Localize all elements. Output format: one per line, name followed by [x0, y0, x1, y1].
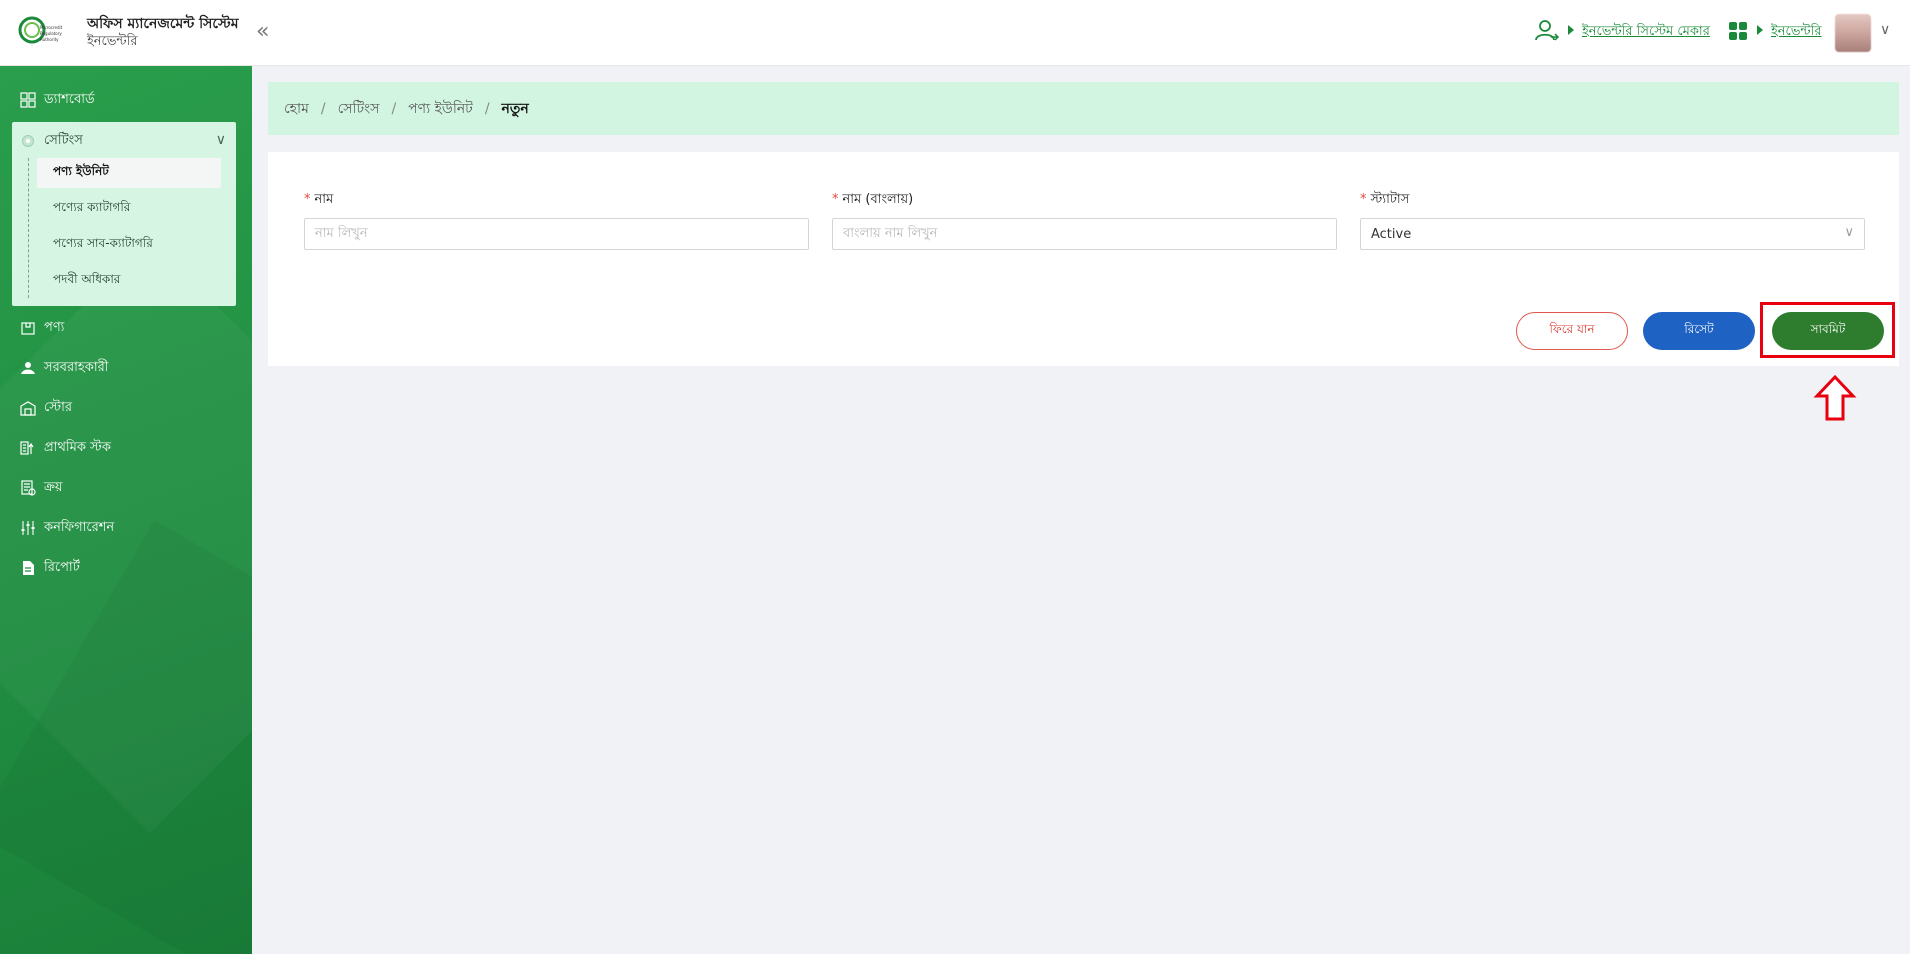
sidebar-item-settings[interactable]: সেটিংস ∨ [20, 130, 228, 152]
svg-text:Authority: Authority [40, 37, 59, 42]
sidebar-item-label: ক্রয় [44, 479, 63, 495]
breadcrumb-separator: / [320, 100, 326, 117]
gear-icon [22, 135, 34, 147]
product-icon [21, 322, 35, 335]
sidebar-item-label: সরবরাহকারী [44, 359, 109, 375]
sidebar-subitem-product-category[interactable]: পণ্যের ক্যাটাগরি [37, 194, 221, 224]
sidebar-item-label: রিপোর্ট [44, 559, 80, 575]
breadcrumb-product-unit[interactable]: পণ্য ইউনিট [408, 97, 473, 121]
avatar[interactable] [1835, 14, 1871, 52]
required-mark: * [832, 192, 839, 207]
arrow-up-icon [1813, 374, 1857, 421]
report-icon [23, 561, 34, 575]
configuration-icon [21, 521, 35, 535]
collapse-sidebar-icon[interactable]: « [256, 18, 269, 46]
chevron-down-icon[interactable]: ∨ [1880, 22, 1890, 38]
breadcrumb-separator: / [391, 100, 397, 117]
status-select[interactable]: Active ∨ [1360, 218, 1865, 250]
sidebar-item-store[interactable]: স্টোর [20, 397, 72, 419]
breadcrumb-separator: / [484, 100, 490, 117]
sidebar-item-label: স্টোর [44, 399, 72, 415]
svg-text:Regulatory: Regulatory [40, 31, 62, 36]
user-switch-icon[interactable] [1534, 18, 1560, 44]
sidebar-item-label: পণ্য [44, 319, 65, 335]
sidebar-item-report[interactable]: রিপোর্ট [20, 557, 80, 579]
sidebar-item-dashboard[interactable]: ড্যাশবোর্ড [20, 89, 95, 111]
name-label: * নাম [304, 192, 334, 207]
apps-grid-icon[interactable] [1729, 22, 1747, 40]
chevron-down-icon: ∨ [1844, 225, 1854, 240]
logo-icon: Microcredit Regulatory Authority [18, 16, 63, 44]
name-bangla-label: * নাম (বাংলায়) [832, 192, 914, 207]
settings-menu-group: সেটিংস ∨ পণ্য ইউনিট পণ্যের ক্যাটাগরি পণ্… [12, 122, 236, 306]
submit-button[interactable]: সাবমিট [1772, 312, 1884, 350]
sidebar-item-label: কনফিগারেশন [44, 519, 115, 535]
name-bangla-input[interactable]: বাংলায় নাম লিখুন [832, 218, 1337, 250]
stock-icon [20, 441, 34, 455]
purchase-icon [21, 480, 36, 496]
sidebar-item-supplier[interactable]: সরবরাহকারী [20, 357, 108, 379]
svg-text:Microcredit: Microcredit [40, 25, 63, 30]
sidebar-item-label: প্রাথমিক স্টক [44, 439, 111, 455]
sidebar-item-initial-stock[interactable]: প্রাথমিক স্টক [20, 437, 111, 459]
product-unit-form: * নাম নাম লিখুন * নাম (বাংলায়) বাংলায় না… [268, 152, 1899, 366]
breadcrumb-settings[interactable]: সেটিংস [338, 97, 380, 121]
sidebar-subitem-product-subcategory[interactable]: পণ্যের সাব-ক্যাটাগরি [37, 230, 221, 260]
module-link[interactable]: ইনভেন্টরি [1771, 22, 1822, 43]
sidebar: ড্যাশবোর্ড সেটিংস ∨ পণ্য ইউনিট পণ্যের ক্… [0, 66, 252, 954]
back-button[interactable]: ফিরে যান [1516, 312, 1628, 350]
name-input[interactable]: নাম লিখুন [304, 218, 809, 250]
caret-right-icon [1757, 25, 1763, 35]
breadcrumb-current: নতুন [501, 100, 529, 117]
store-icon [20, 401, 36, 416]
submenu-guide-line [28, 158, 29, 298]
sidebar-item-configuration[interactable]: কনফিগারেশন [20, 517, 114, 539]
sidebar-item-label: ড্যাশবোর্ড [44, 91, 95, 107]
sidebar-item-product[interactable]: পণ্য [20, 317, 64, 339]
required-mark: * [304, 192, 311, 207]
chevron-down-icon: ∨ [215, 132, 226, 148]
status-label: * স্ট্যাটাস [1360, 192, 1410, 207]
sidebar-item-label: সেটিংস [44, 132, 83, 148]
breadcrumb-home[interactable]: হোম [284, 97, 309, 121]
required-mark: * [1360, 192, 1367, 207]
supplier-icon [21, 362, 35, 374]
sidebar-item-purchase[interactable]: ক্রয় [20, 477, 63, 499]
sidebar-subitem-product-unit[interactable]: পণ্য ইউনিট [37, 158, 221, 188]
dashboard-icon [20, 92, 36, 108]
top-header: Microcredit Regulatory Authority অফিস ম্… [0, 0, 1910, 66]
status-select-value: Active [1371, 226, 1412, 242]
sidebar-subitem-designation-rights[interactable]: পদবী অধিকার [37, 266, 221, 296]
reset-button[interactable]: রিসেট [1643, 312, 1755, 350]
caret-right-icon [1568, 25, 1574, 35]
user-role-link[interactable]: ইনভেন্টরি সিস্টেম মেকার [1582, 22, 1710, 43]
breadcrumb: হোম / সেটিংস / পণ্য ইউনিট / নতুন [268, 82, 1899, 135]
app-subtitle: ইনভেন্টরি [87, 34, 138, 49]
